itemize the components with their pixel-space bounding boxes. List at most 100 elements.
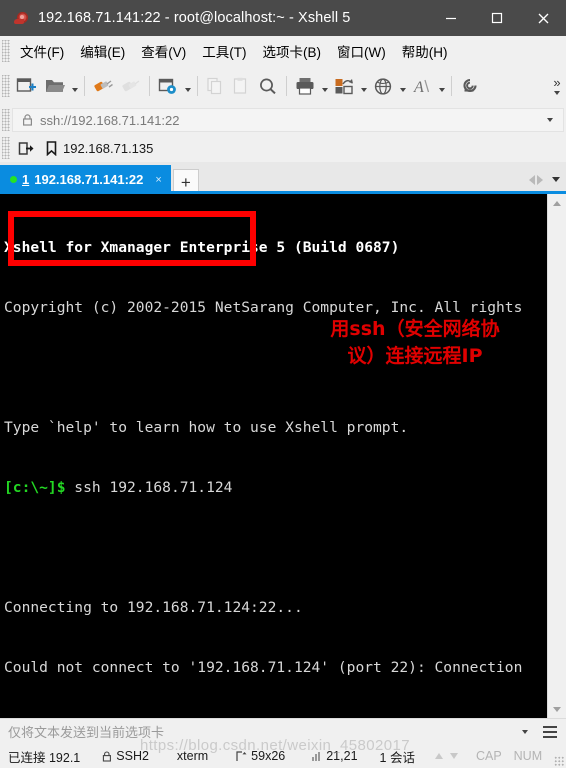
menu-drag-grip[interactable] [2,39,10,62]
terminal-line: Xshell for Xmanager Enterprise 5 (Build … [4,239,400,256]
terminal-line-prompt: [c:\~]$ ssh 192.168.71.124 [4,478,547,498]
send-text-placeholder: 仅将文本发送到当前选项卡 [8,725,165,740]
cursor-icon [311,751,322,762]
xshell-snail-icon[interactable] [456,71,484,101]
menu-view[interactable]: 查看(V) [133,38,194,64]
menu-file[interactable]: 文件(F) [12,38,72,64]
menu-help[interactable]: 帮助(H) [394,38,456,64]
scrollbar-track[interactable] [548,212,566,700]
lock-icon [102,750,112,762]
hamburger-icon[interactable] [538,720,562,744]
address-bar-drag-grip[interactable] [2,109,10,131]
tab-index: 1 [22,172,30,187]
disconnect-plug-icon [117,71,145,101]
terminal-command: ssh 192.168.71.124 [65,479,233,496]
browser-dropdown-icon[interactable] [397,71,408,101]
status-position-label: 21,21 [326,749,358,763]
status-bar: 已连接 192.1 SSH2 xterm 59x26 21,21 1 会话 CA… [0,744,566,768]
resize-grip[interactable] [554,756,564,766]
annotation-note: 用ssh（安全网络协 议）连接远程IP [330,318,500,367]
send-text-bar: 仅将文本发送到当前选项卡 [0,718,566,744]
tab-navigation [529,165,566,194]
status-connection: 已连接 192.1 [8,750,81,765]
status-size: 59x26 [236,749,285,763]
status-protocol-label: SSH2 [116,749,149,763]
address-value: ssh://192.168.71.141:22 [40,112,180,128]
menu-window[interactable]: 窗口(W) [329,38,394,64]
main-toolbar: A » [0,66,566,106]
status-caps: CAP [475,749,502,763]
address-input[interactable]: ssh://192.168.71.141:22 [12,108,564,132]
bookmark-label: 192.168.71.135 [63,140,154,156]
toolbar-overflow-label: » [553,74,561,90]
terminal-area: Xshell for Xmanager Enterprise 5 (Build … [0,194,566,718]
menu-bar: 文件(F) 编辑(E) 查看(V) 工具(T) 选项卡(B) 窗口(W) 帮助(… [0,36,566,66]
window-title: 192.168.71.141:22 - root@localhost:~ - X… [38,10,351,26]
close-button[interactable] [520,0,566,36]
resize-icon [236,750,247,762]
toolbar-separator [197,76,198,96]
chevron-down-icon[interactable] [543,118,563,122]
arrow-up-icon [434,753,443,759]
bookmark-bar-drag-grip[interactable] [2,137,10,159]
address-bar: ssh://192.168.71.141:22 [0,106,566,134]
arrow-down-icon [449,753,458,759]
status-transfer-indicators [434,753,458,759]
xshell-snail-icon [8,0,34,36]
toolbar-drag-grip[interactable] [2,75,10,97]
chevron-down-icon[interactable] [512,729,538,734]
terminal-line: Could not connect to '192.168.71.124' (p… [4,659,523,676]
scroll-down-button[interactable] [548,700,566,718]
chevron-down-icon [554,90,560,95]
send-text-input[interactable]: 仅将文本发送到当前选项卡 [0,720,512,743]
tab-bar: 1 192.168.71.141:22 × + [0,162,566,194]
status-terminal-type: xterm [176,749,209,763]
print-icon[interactable] [291,71,319,101]
toolbar-separator [286,76,287,96]
new-session-icon[interactable] [12,71,41,101]
font-dropdown-icon[interactable] [436,71,447,101]
toolbar-separator [451,76,452,96]
terminal-scrollbar[interactable] [547,194,566,718]
copy-icon [202,71,228,101]
font-icon[interactable]: A [408,71,436,101]
menu-edit[interactable]: 编辑(E) [72,38,133,64]
tab-label: 192.168.71.141:22 [34,172,144,187]
tab-session-1[interactable]: 1 192.168.71.141:22 × [0,165,171,194]
print-dropdown-icon[interactable] [319,71,330,101]
xshell-window: 192.168.71.141:22 - root@localhost:~ - X… [0,0,566,768]
open-session-icon[interactable] [12,139,40,158]
browser-icon[interactable] [369,71,397,101]
bookmark-bar: 192.168.71.135 [0,134,566,162]
minimize-button[interactable] [428,0,474,36]
connect-plug-icon[interactable] [89,71,117,101]
status-protocol: SSH2 [102,749,149,763]
tab-status-dot-icon [10,176,17,183]
file-transfer-dropdown-icon[interactable] [358,71,369,101]
close-icon[interactable]: × [152,174,164,186]
find-icon[interactable] [254,71,282,101]
chevron-down-icon[interactable] [552,177,560,182]
file-transfer-icon[interactable] [330,71,358,101]
next-tab-icon[interactable] [537,174,543,185]
maximize-button[interactable] [474,0,520,36]
title-bar: 192.168.71.141:22 - root@localhost:~ - X… [0,0,566,36]
terminal-line: Type `help' to learn how to use Xshell p… [4,419,409,436]
scroll-up-button[interactable] [548,194,566,212]
status-sessions: 1 会话 [379,750,415,765]
prev-tab-icon[interactable] [529,174,535,185]
status-size-label: 59x26 [251,749,286,763]
bookmark-icon [46,140,57,156]
toolbar-overflow-button[interactable]: » [548,69,566,103]
open-folder-dropdown-icon[interactable] [69,71,80,101]
open-folder-icon[interactable] [41,71,69,101]
terminal-prompt: [c:\~]$ [4,479,66,496]
session-properties-dropdown-icon[interactable] [182,71,193,101]
terminal-line: Copyright (c) 2002-2015 NetSarang Comput… [4,299,523,316]
terminal-output[interactable]: Xshell for Xmanager Enterprise 5 (Build … [0,194,547,718]
bookmark-item-1[interactable]: 192.168.71.135 [40,139,159,158]
menu-tools[interactable]: 工具(T) [194,38,254,64]
menu-tabs[interactable]: 选项卡(B) [255,38,330,64]
session-properties-icon[interactable] [154,71,182,101]
